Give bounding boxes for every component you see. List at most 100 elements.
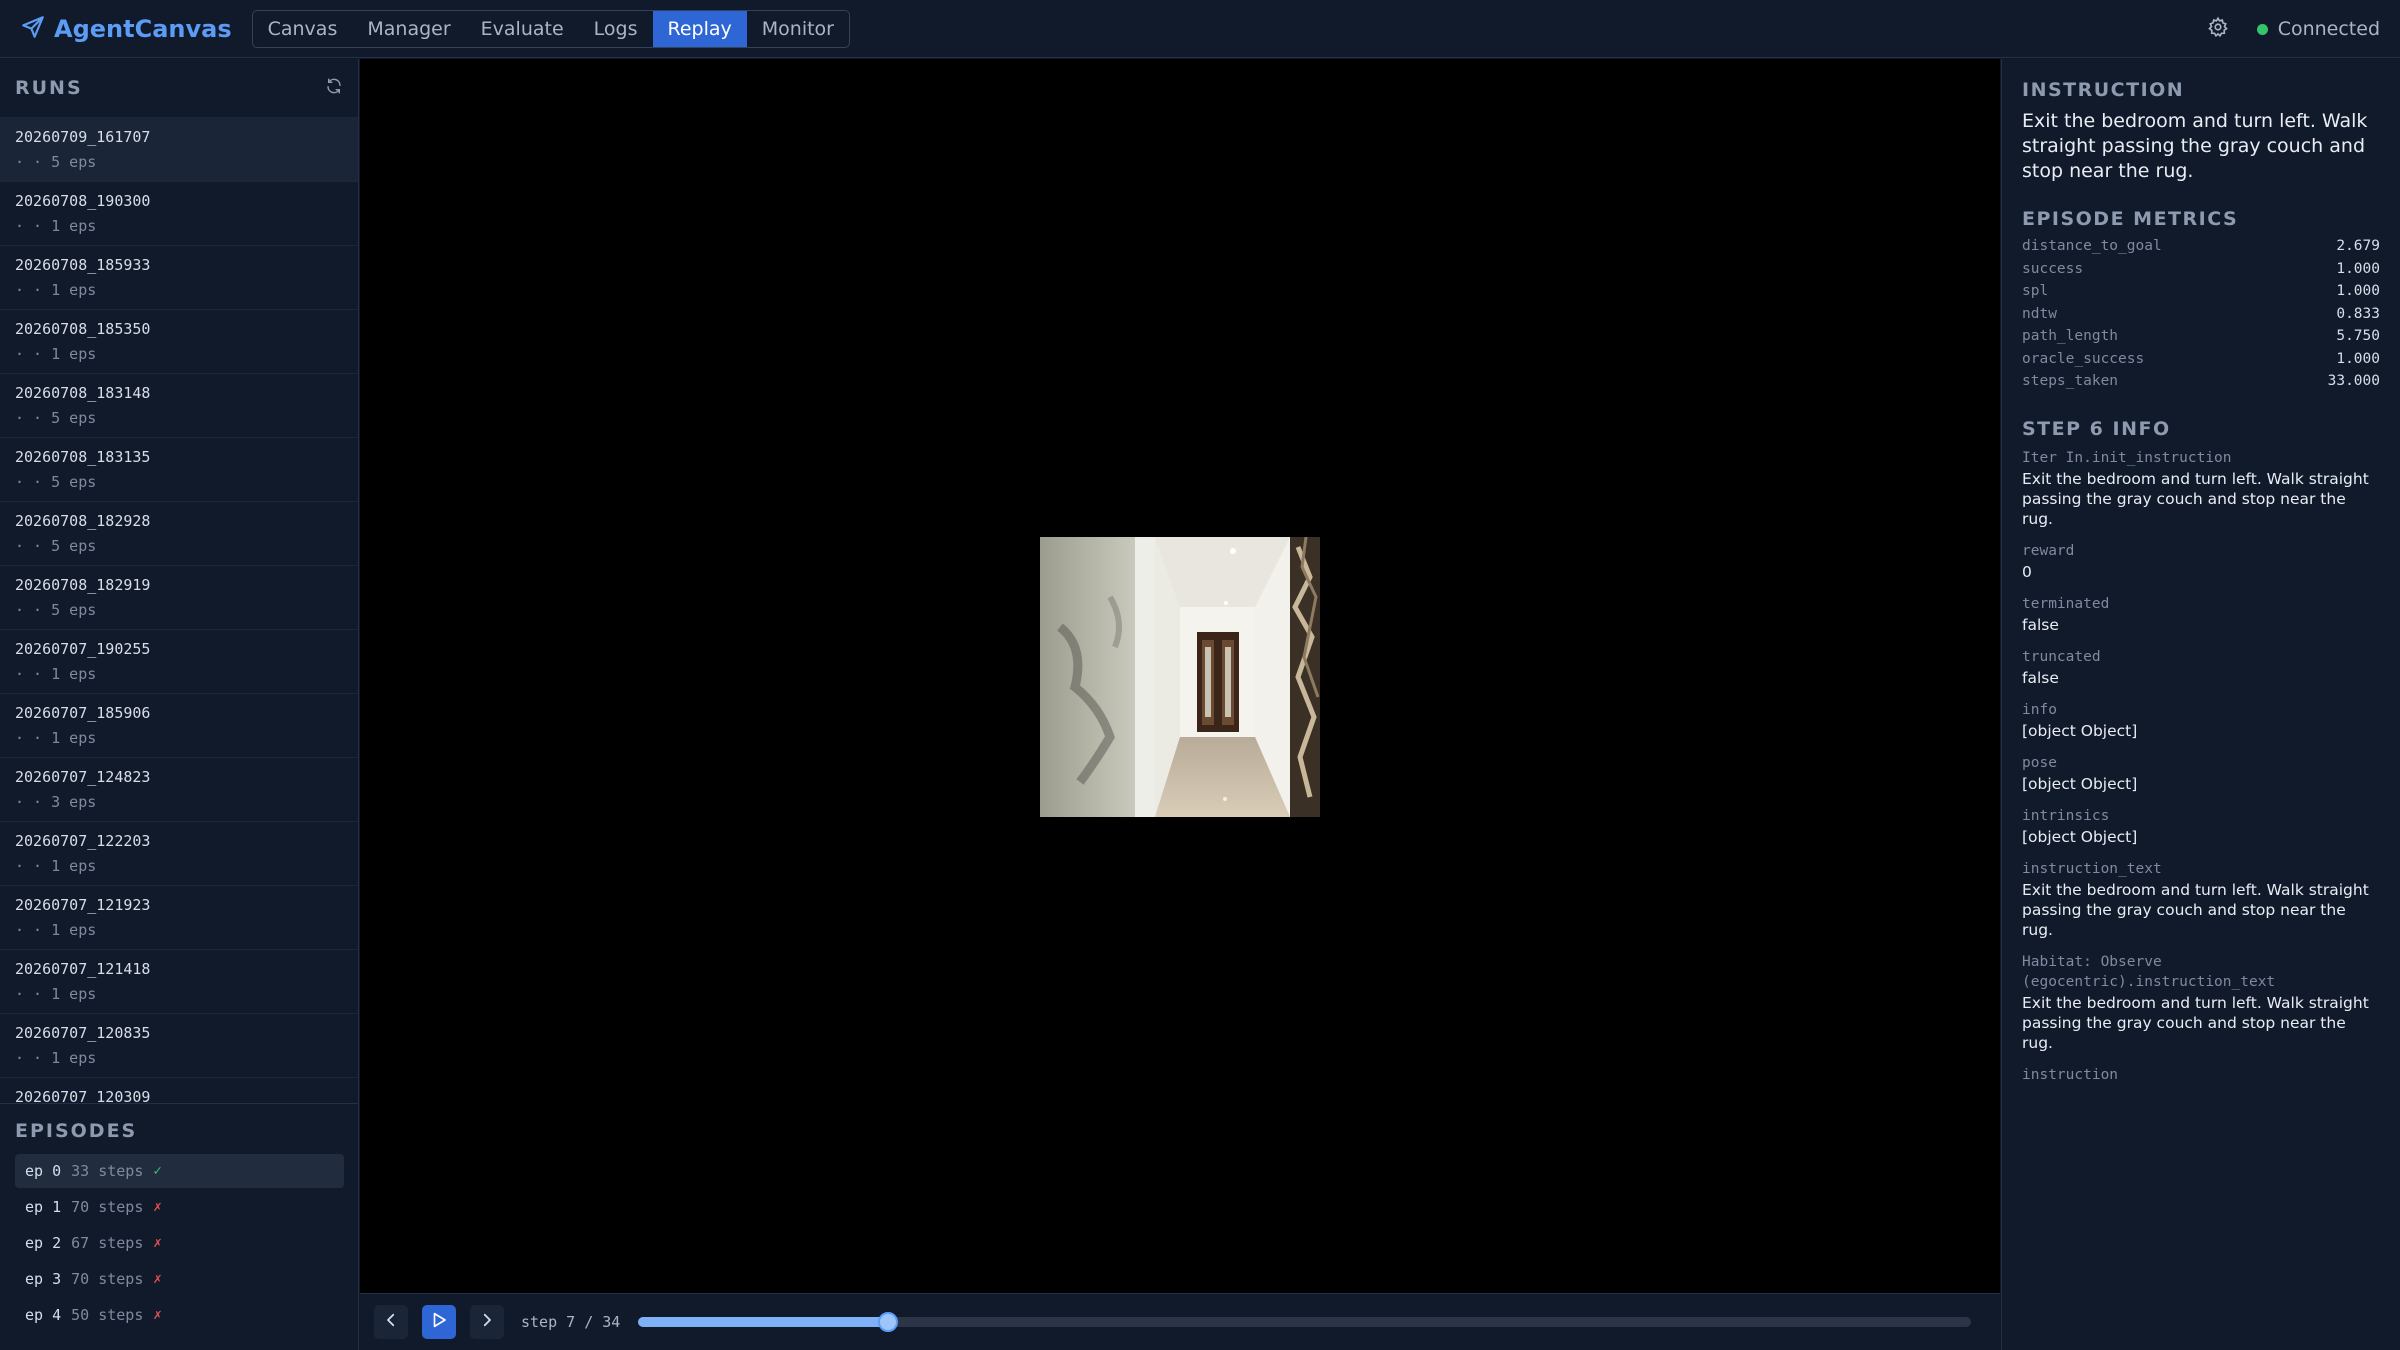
runs-list: 20260709_161707 · · 5 eps 20260708_190300…: [0, 117, 358, 1103]
info-field: Habitat: Observe (egocentric).instructio…: [2022, 952, 2380, 1053]
metric-row: path_length 5.750: [2022, 328, 2380, 351]
run-item[interactable]: 20260707_124823 · · 3 eps: [0, 758, 358, 822]
episode-steps: 50 steps: [71, 1306, 144, 1324]
run-item[interactable]: 20260707_120309: [0, 1078, 358, 1103]
run-item[interactable]: 20260708_183148 · · 5 eps: [0, 374, 358, 438]
run-item[interactable]: 20260708_185933 · · 1 eps: [0, 246, 358, 310]
run-item[interactable]: 20260707_121923 · · 1 eps: [0, 886, 358, 950]
run-eps: · · 1 eps: [15, 857, 97, 875]
run-id: 20260707_121418: [15, 960, 151, 978]
episode-item[interactable]: ep 0 33 steps ✓: [15, 1154, 344, 1188]
failure-cross-icon: ✗: [153, 1235, 162, 1251]
replay-viewer: [360, 59, 2000, 1293]
run-item[interactable]: 20260707_121418 · · 1 eps: [0, 950, 358, 1014]
run-eps: · · 5 eps: [15, 601, 97, 619]
step-slider[interactable]: [638, 1312, 1972, 1332]
run-item[interactable]: 20260708_182928 · · 5 eps: [0, 502, 358, 566]
run-item[interactable]: 20260708_185350 · · 1 eps: [0, 310, 358, 374]
play-button[interactable]: [422, 1305, 456, 1339]
metric-key: distance_to_goal: [2022, 238, 2162, 254]
info-field: instruction_text Exit the bedroom and tur…: [2022, 859, 2380, 940]
chevron-right-icon: [478, 1311, 496, 1333]
run-item[interactable]: 20260708_182919 · · 5 eps: [0, 566, 358, 630]
metric-key: success: [2022, 260, 2084, 277]
step-info-list: Iter In.init_instruction Exit the bedroom…: [2022, 448, 2380, 1085]
slider-fill: [638, 1317, 889, 1327]
run-id: 20260708_183148: [15, 384, 151, 402]
gear-icon[interactable]: [2207, 16, 2229, 42]
info-key: info: [2022, 701, 2057, 718]
sidebar: RUNS 20260709_161707 · · 5 eps 20260708_1…: [0, 59, 359, 1350]
tab-replay[interactable]: Replay: [652, 10, 747, 47]
brand[interactable]: AgentCanvas: [20, 14, 232, 44]
tab-monitor[interactable]: Monitor: [747, 11, 849, 47]
prev-step-button[interactable]: [374, 1305, 408, 1339]
tab-evaluate[interactable]: Evaluate: [466, 11, 579, 47]
runs-header: RUNS: [0, 59, 358, 117]
info-value: false: [2022, 615, 2059, 634]
runs-title: RUNS: [15, 77, 83, 99]
run-eps: · · 1 eps: [15, 1049, 97, 1067]
run-item[interactable]: 20260707_185906 · · 1 eps: [0, 694, 358, 758]
episodes-section: EPISODES ep 0 33 steps ✓ ep 1 70 steps ✗…: [0, 1103, 359, 1334]
run-id: 20260707_121923: [15, 896, 151, 914]
info-field: Iter In.init_instruction Exit the bedroom…: [2022, 448, 2380, 529]
info-field: instruction: [2022, 1065, 2380, 1085]
tab-logs[interactable]: Logs: [579, 11, 653, 47]
next-step-button[interactable]: [470, 1305, 504, 1339]
info-key: instruction: [2022, 1066, 2119, 1083]
run-eps: · · 1 eps: [15, 217, 97, 235]
episodes-list: ep 0 33 steps ✓ ep 1 70 steps ✗ ep 2 67 …: [0, 1154, 359, 1332]
failure-cross-icon: ✗: [153, 1307, 162, 1323]
episode-label: ep 0: [25, 1162, 62, 1180]
metric-key: path_length: [2022, 328, 2119, 344]
episodes-title: EPISODES: [15, 1120, 138, 1142]
info-value: [object Object]: [2022, 774, 2138, 793]
metric-value: 0.833: [2336, 305, 2380, 322]
instruction-title: INSTRUCTION: [2022, 79, 2185, 101]
run-eps: · · 1 eps: [15, 345, 97, 363]
info-value: [object Object]: [2022, 827, 2138, 846]
metric-row: steps_taken 33.000: [2022, 373, 2380, 396]
episode-item[interactable]: ep 3 70 steps ✗: [15, 1262, 344, 1296]
episode-steps: 70 steps: [71, 1270, 144, 1288]
tab-canvas[interactable]: Canvas: [253, 11, 353, 47]
run-id: 20260708_182919: [15, 576, 151, 594]
instruction-text: Exit the bedroom and turn left. Walk str…: [2022, 110, 2368, 182]
run-id: 20260707_185906: [15, 704, 151, 722]
run-item[interactable]: 20260707_122203 · · 1 eps: [0, 822, 358, 886]
run-item[interactable]: 20260708_190300 · · 1 eps: [0, 182, 358, 246]
run-eps: · · 5 eps: [15, 537, 97, 555]
run-item[interactable]: 20260707_120835 · · 1 eps: [0, 1014, 358, 1078]
info-value: Exit the bedroom and turn left. Walk str…: [2022, 993, 2369, 1052]
slider-thumb[interactable]: [878, 1312, 899, 1332]
tab-manager[interactable]: Manager: [352, 11, 465, 47]
info-key: reward: [2022, 542, 2075, 559]
info-value: false: [2022, 668, 2059, 687]
failure-cross-icon: ✗: [153, 1199, 162, 1215]
info-key: pose: [2022, 754, 2057, 771]
info-key: truncated: [2022, 648, 2101, 665]
run-eps: · · 1 eps: [15, 985, 97, 1003]
info-field: reward 0: [2022, 541, 2380, 582]
run-item[interactable]: 20260707_190255 · · 1 eps: [0, 630, 358, 694]
run-item[interactable]: 20260708_183135 · · 5 eps: [0, 438, 358, 502]
run-id: 20260707_122203: [15, 832, 151, 850]
episode-steps: 67 steps: [71, 1234, 144, 1252]
metrics-title: EPISODE METRICS: [2022, 208, 2239, 230]
episode-item[interactable]: ep 4 50 steps ✗: [15, 1298, 344, 1332]
metric-key: oracle_success: [2022, 350, 2145, 367]
main-nav: Canvas Manager Evaluate Logs Replay Moni…: [251, 9, 850, 48]
metric-value: 1.000: [2336, 283, 2380, 299]
run-id: 20260707_190255: [15, 640, 151, 658]
episode-item[interactable]: ep 1 70 steps ✗: [15, 1190, 344, 1224]
run-item[interactable]: 20260709_161707 · · 5 eps: [0, 118, 358, 182]
run-eps: · · 1 eps: [15, 281, 97, 299]
info-value: Exit the bedroom and turn left. Walk str…: [2022, 880, 2369, 939]
paper-plane-icon: [20, 14, 46, 44]
episode-item[interactable]: ep 2 67 steps ✗: [15, 1226, 344, 1260]
status-label: Connected: [2277, 18, 2380, 40]
run-eps: · · 1 eps: [15, 729, 97, 747]
refresh-icon[interactable]: [325, 77, 343, 99]
step-counter: step 7 / 34: [521, 1313, 621, 1331]
